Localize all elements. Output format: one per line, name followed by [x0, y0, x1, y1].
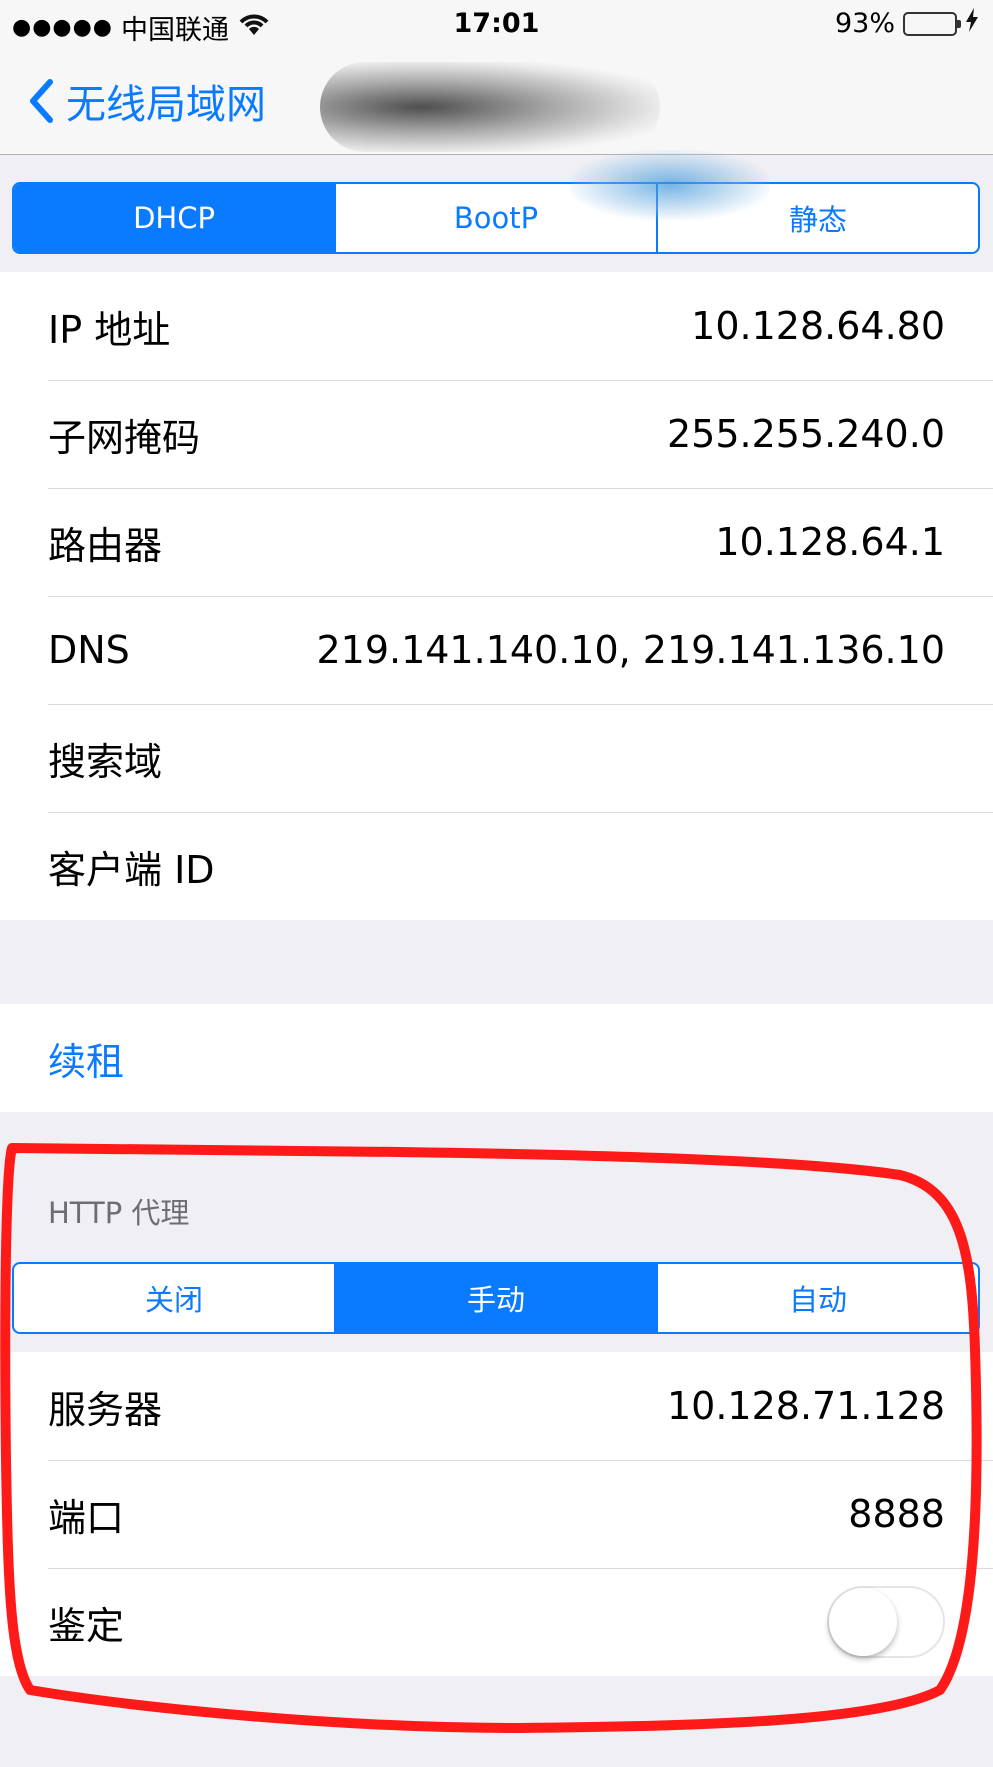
auth-toggle-wrap — [124, 1586, 945, 1658]
chevron-left-icon — [30, 79, 53, 123]
list-item: 路由器 10.128.64.1 — [0, 488, 993, 596]
battery-percent: 93% — [834, 8, 895, 39]
redacted-network-name — [320, 62, 660, 152]
row-value: 10.128.64.1 — [715, 520, 945, 564]
row-label: IP 地址 — [48, 307, 171, 352]
status-bar: ●●●●● 中国联通 17:01 93% — [0, 0, 993, 50]
ip-mode-segmented-control: DHCP BootP 静态 — [12, 182, 980, 254]
list-item: DNS 219.141.140.10, 219.141.136.10 — [0, 596, 993, 704]
segment-auto[interactable]: 自动 — [658, 1264, 978, 1332]
charging-icon — [965, 8, 979, 39]
proxy-settings-list: 服务器 10.128.71.128 端口 8888 鉴定 — [0, 1352, 993, 1676]
back-button[interactable]: 无线局域网 — [28, 72, 266, 130]
list-item: 子网掩码 255.255.240.0 — [0, 380, 993, 488]
ip-info-list: IP 地址 10.128.64.80 子网掩码 255.255.240.0 路由… — [0, 272, 993, 920]
proxy-server-row[interactable]: 服务器 10.128.71.128 — [0, 1352, 993, 1460]
segment-off[interactable]: 关闭 — [14, 1264, 336, 1332]
list-item[interactable]: 客户端 ID — [0, 812, 993, 920]
row-label: DNS — [48, 628, 130, 672]
list-item: IP 地址 10.128.64.80 — [0, 272, 993, 380]
back-label: 无线局域网 — [66, 82, 266, 128]
list-item[interactable]: 搜索域 — [0, 704, 993, 812]
proxy-mode-segmented-control: 关闭 手动 自动 — [12, 1262, 980, 1334]
segment-manual[interactable]: 手动 — [336, 1264, 658, 1332]
row-label: 子网掩码 — [48, 415, 201, 460]
row-value: 255.255.240.0 — [666, 412, 945, 456]
row-label: 路由器 — [48, 523, 163, 568]
redaction-scribble — [570, 150, 770, 220]
renew-lease-group: 续租 — [0, 1004, 993, 1112]
toggle-knob — [829, 1588, 897, 1656]
http-proxy-header: HTTP 代理 — [48, 1196, 190, 1230]
renew-lease-button[interactable]: 续租 — [0, 1004, 993, 1112]
port-label: 端口 — [48, 1495, 125, 1540]
auth-toggle[interactable] — [827, 1586, 945, 1658]
segment-dhcp[interactable]: DHCP — [14, 184, 336, 252]
server-field[interactable]: 10.128.71.128 — [162, 1384, 945, 1428]
row-value: 219.141.140.10, 219.141.136.10 — [316, 628, 945, 672]
row-value: 10.128.64.80 — [691, 304, 945, 348]
row-label: 搜索域 — [48, 739, 163, 784]
battery-icon — [903, 11, 961, 36]
auth-label: 鉴定 — [48, 1603, 125, 1648]
server-label: 服务器 — [48, 1387, 163, 1432]
navigation-bar: 无线局域网 — [0, 50, 993, 155]
row-label: 客户端 ID — [48, 847, 215, 892]
proxy-port-row[interactable]: 端口 8888 — [0, 1460, 993, 1568]
port-field[interactable]: 8888 — [124, 1492, 945, 1536]
renew-lease-label: 续租 — [48, 1039, 125, 1084]
proxy-auth-row: 鉴定 — [0, 1568, 993, 1676]
